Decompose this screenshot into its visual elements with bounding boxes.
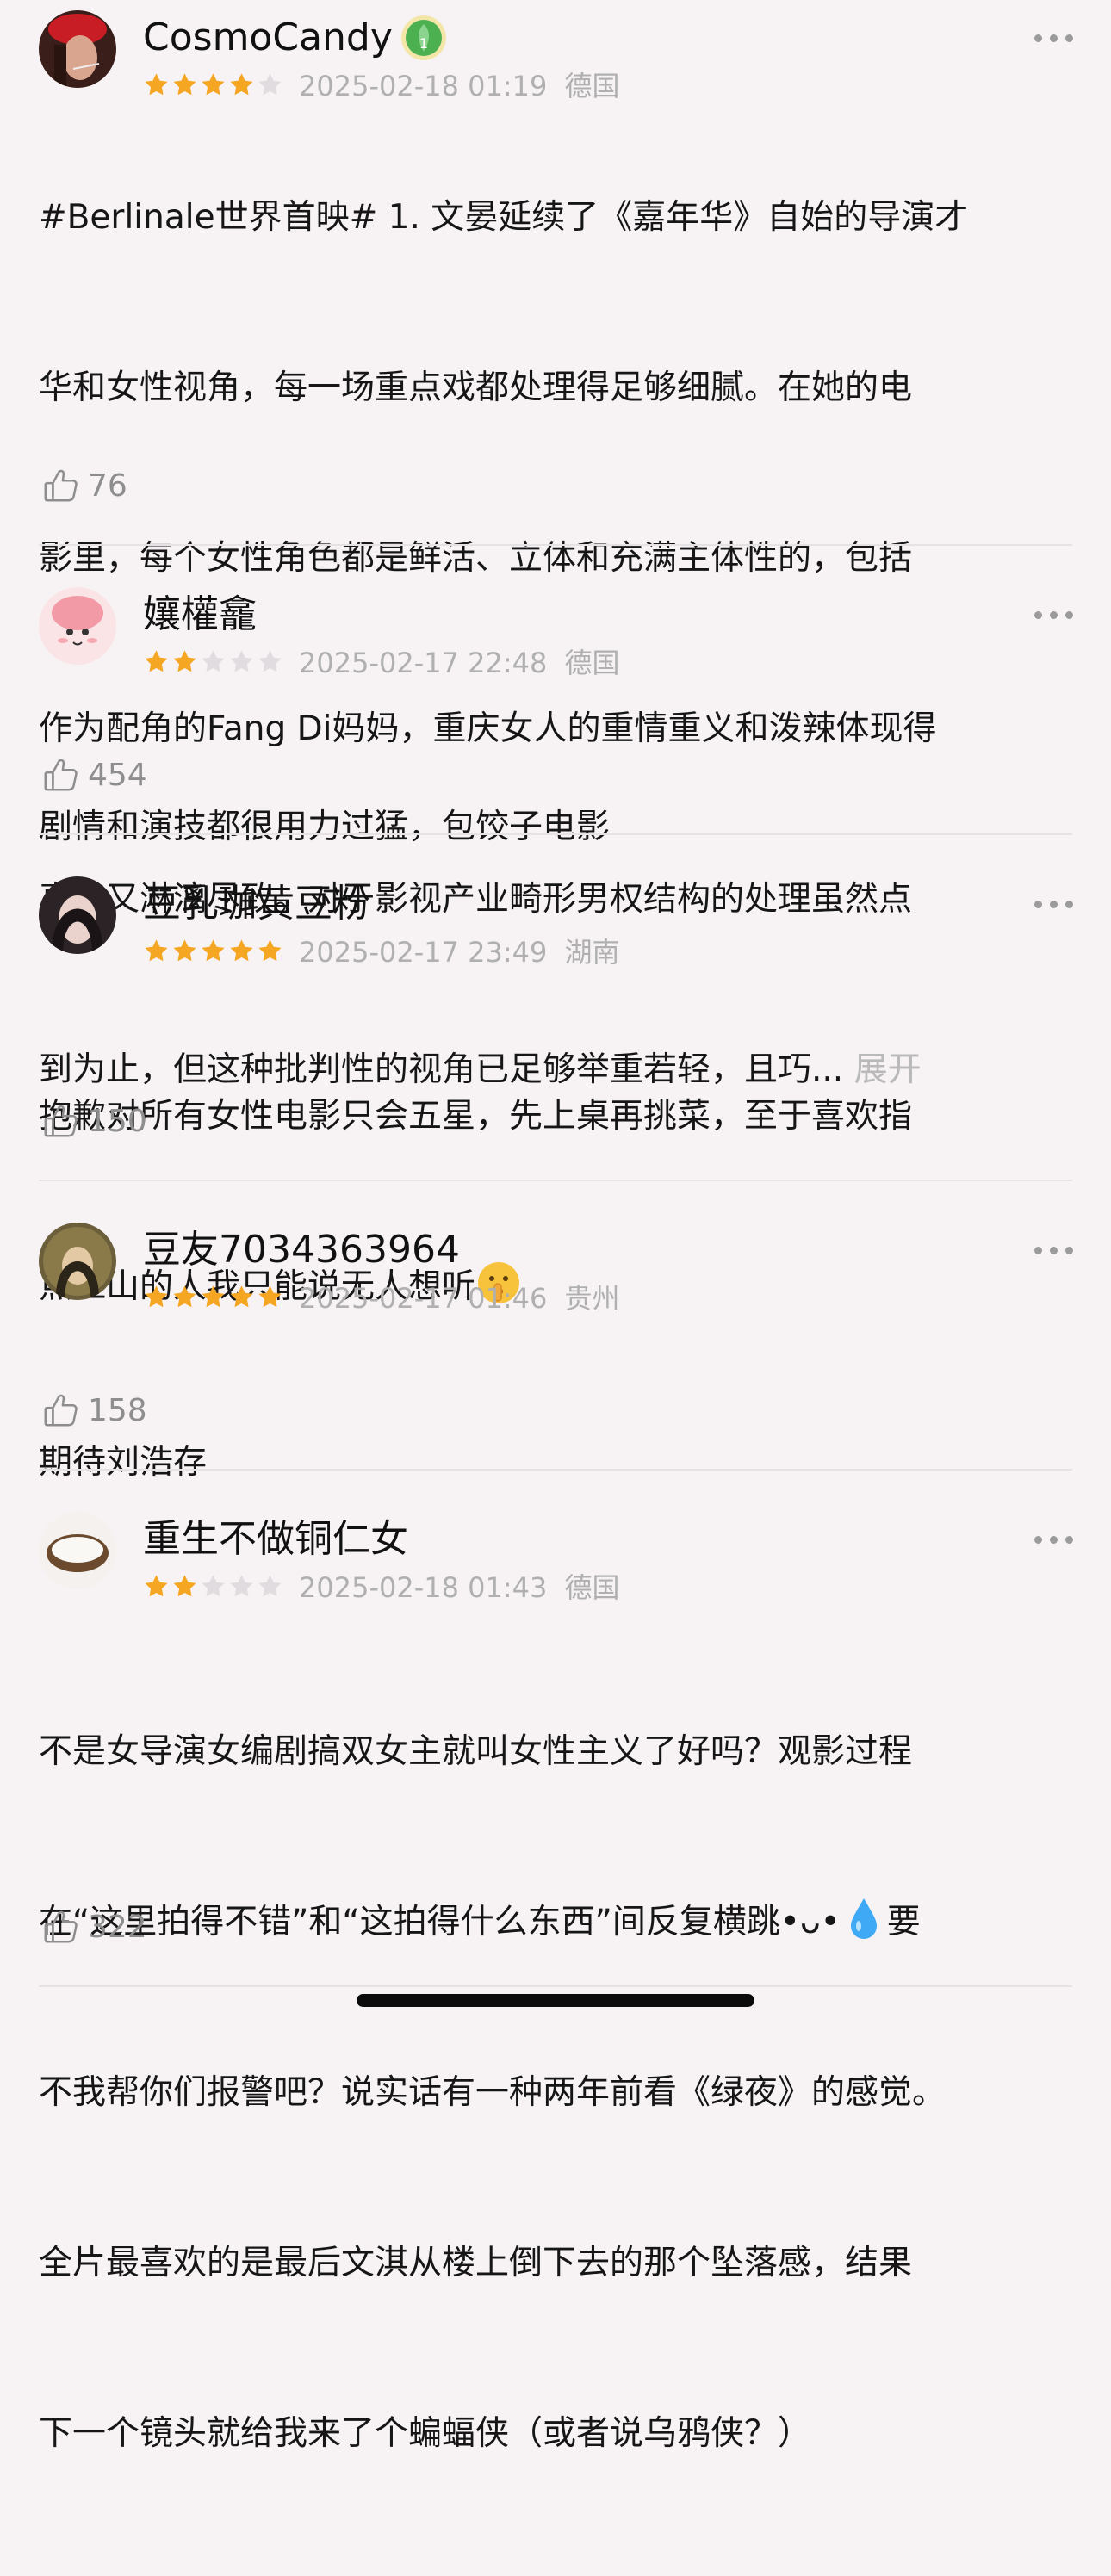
more-options-icon[interactable] bbox=[1034, 901, 1073, 908]
divider bbox=[39, 1469, 1072, 1471]
review-meta: 2025-02-17 23:49 湖南 bbox=[143, 932, 629, 969]
star-filled-icon bbox=[143, 1573, 170, 1600]
star-filled-icon bbox=[228, 1284, 255, 1310]
like-count: 322 bbox=[88, 1909, 147, 1945]
like-count: 76 bbox=[88, 468, 127, 504]
divider bbox=[39, 1985, 1072, 1987]
review-text-line: 华和女性视角，每一场重点戏都处理得足够细腻。在她的电 bbox=[39, 368, 913, 407]
review-location: 德国 bbox=[564, 647, 620, 679]
avatar[interactable] bbox=[39, 1512, 116, 1589]
star-rating bbox=[143, 1284, 283, 1310]
review-date: 2025-02-17 22:48 bbox=[299, 647, 548, 679]
like-button[interactable]: 150 bbox=[41, 1097, 147, 1145]
droplet-icon bbox=[850, 1898, 877, 1939]
thumbs-up-icon bbox=[41, 1101, 81, 1141]
avatar[interactable] bbox=[39, 587, 116, 665]
star-filled-icon bbox=[171, 1573, 198, 1600]
star-empty-icon bbox=[200, 648, 227, 675]
review-text-line: 不是女导演女编剧搞双女主就叫女性主义了好吗？观影过程 bbox=[39, 1732, 913, 1771]
review-text: 不是女导演女编剧搞双女主就叫女性主义了好吗？观影过程 在“这里拍得不错”和“这拍… bbox=[39, 1610, 1072, 2576]
svg-text:1: 1 bbox=[419, 35, 428, 52]
review-meta: 2025-02-17 01:46 贵州 bbox=[143, 1278, 629, 1316]
divider bbox=[39, 1180, 1072, 1181]
review-date: 2025-02-17 23:49 bbox=[299, 936, 548, 969]
review-text-line: 影里，每个女性角色都是鲜活、立体和充满主体性的，包括 bbox=[39, 539, 913, 578]
review-date: 2025-02-18 01:43 bbox=[299, 1571, 548, 1604]
star-filled-icon bbox=[171, 1284, 198, 1310]
more-options-icon[interactable] bbox=[1034, 34, 1073, 42]
review-meta: 2025-02-17 22:48 德国 bbox=[143, 642, 629, 680]
home-indicator[interactable] bbox=[357, 1994, 754, 2007]
review-text-line: 全片最喜欢的是最后文淇从楼上倒下去的那个坠落感，结果 bbox=[39, 2244, 913, 2282]
star-filled-icon bbox=[228, 938, 255, 964]
star-empty-icon bbox=[228, 648, 255, 675]
review-meta: 2025-02-18 01:43 德国 bbox=[143, 1567, 629, 1605]
like-button[interactable]: 76 bbox=[41, 461, 127, 510]
star-filled-icon bbox=[171, 938, 198, 964]
thumbs-up-icon bbox=[41, 466, 81, 505]
username[interactable]: 豆乳珈黄豆粉 bbox=[143, 880, 370, 928]
review-text-line: 抱歉对所有女性电影只会五星，先上桌再挑菜，至于喜欢指 bbox=[39, 1097, 913, 1136]
star-filled-icon bbox=[200, 938, 227, 964]
star-rating bbox=[143, 938, 283, 964]
username[interactable]: 豆友7034363964 bbox=[143, 1226, 460, 1274]
like-button[interactable]: 454 bbox=[41, 751, 147, 799]
avatar[interactable] bbox=[39, 1223, 116, 1300]
star-filled-icon bbox=[143, 648, 170, 675]
like-button[interactable]: 322 bbox=[41, 1903, 147, 1951]
username[interactable]: CosmoCandy bbox=[143, 14, 393, 62]
review-location: 贵州 bbox=[564, 1282, 620, 1315]
review-text-line: 不我帮你们报警吧？说实话有一种两年前看《绿夜》的感觉。 bbox=[39, 2073, 947, 2112]
review-text-line: 在“这里拍得不错”和“这拍得什么东西”间反复横跳•ᴗ• bbox=[39, 1903, 841, 1941]
thumbs-up-icon bbox=[41, 1907, 81, 1947]
star-filled-icon bbox=[171, 648, 198, 675]
like-button[interactable]: 158 bbox=[41, 1386, 147, 1434]
more-options-icon[interactable] bbox=[1034, 1536, 1073, 1544]
avatar[interactable] bbox=[39, 876, 116, 954]
star-empty-icon bbox=[257, 1573, 283, 1600]
star-empty-icon bbox=[257, 648, 283, 675]
star-filled-icon bbox=[143, 938, 170, 964]
star-empty-icon bbox=[228, 1573, 255, 1600]
review-location: 湖南 bbox=[564, 936, 620, 969]
more-options-icon[interactable] bbox=[1034, 1247, 1073, 1254]
review-text-line: 剧情和演技都很用力过猛，包饺子电影 bbox=[39, 808, 611, 846]
thumbs-up-icon bbox=[41, 755, 81, 795]
star-filled-icon bbox=[257, 938, 283, 964]
username[interactable]: 孃權龕 bbox=[143, 591, 257, 639]
like-count: 454 bbox=[88, 757, 147, 793]
star-filled-icon bbox=[200, 1284, 227, 1310]
level-badge-icon: 1 bbox=[400, 14, 448, 62]
like-count: 158 bbox=[88, 1392, 147, 1428]
star-filled-icon bbox=[257, 1284, 283, 1310]
star-empty-icon bbox=[200, 1573, 227, 1600]
like-count: 150 bbox=[88, 1103, 147, 1139]
review-text-line: 下一个镜头就给我来了个蝙蝠侠（或者说乌鸦侠？） bbox=[39, 2414, 812, 2453]
review-location: 德国 bbox=[564, 1571, 620, 1604]
thumbs-up-icon bbox=[41, 1390, 81, 1430]
review-date: 2025-02-17 01:46 bbox=[299, 1282, 548, 1315]
star-rating bbox=[143, 1573, 283, 1600]
star-filled-icon bbox=[143, 1284, 170, 1310]
more-options-icon[interactable] bbox=[1034, 611, 1073, 619]
divider bbox=[39, 833, 1072, 835]
divider bbox=[39, 544, 1072, 546]
review-text-line: 期待刘浩存 bbox=[39, 1443, 208, 1482]
username[interactable]: 重生不做铜仁女 bbox=[143, 1515, 408, 1564]
star-rating bbox=[143, 648, 283, 675]
review-text-line: 要 bbox=[886, 1903, 921, 1941]
review-text-line: #Berlinale世界首映# 1. 文晏延续了《嘉年华》自始的导演才 bbox=[39, 198, 969, 237]
